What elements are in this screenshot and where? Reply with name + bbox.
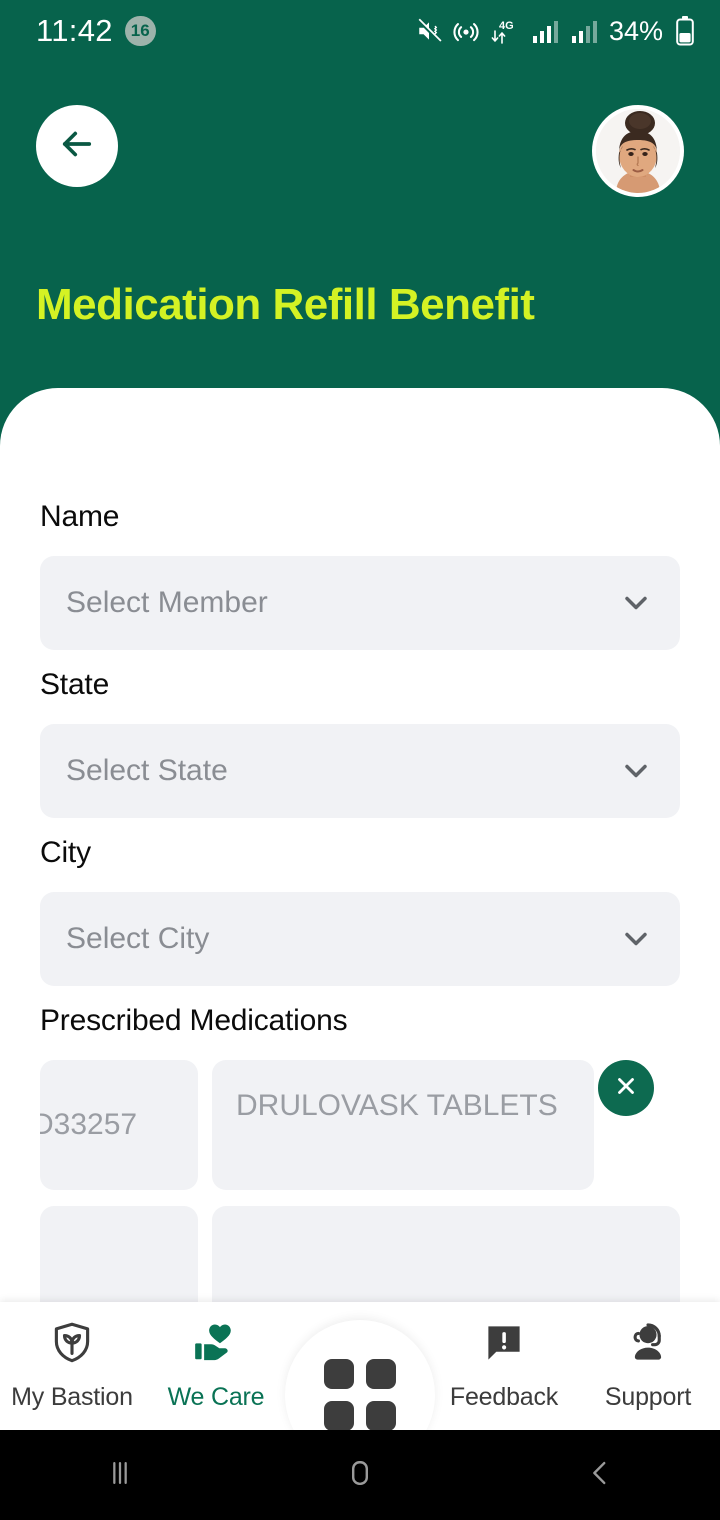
name-label: Name [40,500,120,533]
mute-vibrate-icon [416,18,442,44]
medications-label: Prescribed Medications [40,1004,348,1037]
nav-label-feedback: Feedback [449,1383,559,1411]
city-select-placeholder: Select City [66,922,210,955]
hand-heart-icon [191,1318,241,1373]
city-label: City [40,836,91,869]
home-icon [343,1456,377,1495]
signal-bars-sim2-icon [570,18,598,44]
remove-medication-button[interactable] [598,1060,654,1116]
speech-bubble-alert-icon [479,1318,529,1373]
chevron-down-icon [618,921,654,957]
back-button-system[interactable] [540,1456,660,1495]
status-bar-left: 11:42 16 [36,13,156,49]
chevron-down-icon [618,585,654,621]
city-select[interactable]: Select City [40,892,680,986]
4g-data-icon: 4G [490,17,520,45]
shield-sprout-icon [47,1318,97,1373]
nav-item-we-care[interactable]: We Care [144,1302,288,1412]
state-select-placeholder: Select State [66,754,228,787]
medication-code-field[interactable]: D33257 [40,1060,198,1190]
grid-apps-icon [324,1359,396,1431]
name-select[interactable]: Select Member [40,556,680,650]
field-group-state: State Select State [0,668,720,818]
nav-label-support: Support [604,1383,692,1411]
system-navigation-bar [0,1430,720,1520]
battery-icon [676,16,694,46]
close-icon [613,1073,639,1104]
avatar[interactable] [592,105,684,197]
avatar-photo [596,109,680,193]
refill-form: Name Select Member State Select State Ci… [0,500,720,1352]
state-label: State [40,668,110,701]
nav-item-feedback[interactable]: Feedback [432,1302,576,1412]
notification-count-badge: 16 [124,16,156,46]
recents-icon [103,1456,137,1495]
nav-label-we-care: We Care [167,1383,265,1411]
state-select[interactable]: Select State [40,724,680,818]
hotspot-icon [453,18,479,44]
back-button[interactable] [36,105,118,187]
name-select-placeholder: Select Member [66,586,268,619]
signal-bars-sim1-icon [531,18,559,44]
headset-person-icon [623,1318,673,1373]
app-screen: 11:42 16 4G 34% Medication Refill Benefi… [0,0,720,1520]
svg-text:4G: 4G [499,20,514,32]
field-group-medications: Prescribed Medications D33257 DRULOVASK … [0,1004,720,1336]
home-button[interactable] [300,1456,420,1495]
status-clock: 11:42 [36,13,113,48]
app-header: Medication Refill Benefit [0,62,720,392]
chevron-down-icon [618,753,654,789]
nav-item-support[interactable]: Support [576,1302,720,1412]
field-group-name: Name Select Member [0,500,720,650]
nav-label-my-bastion: My Bastion [11,1383,133,1411]
medication-row: D33257 DRULOVASK TABLETS [40,1060,680,1190]
battery-percentage: 34% [608,15,663,46]
recents-button[interactable] [60,1456,180,1495]
status-bar: 11:42 16 4G 34% [0,0,720,62]
page-title: Medication Refill Benefit [36,280,535,329]
back-icon [583,1456,617,1495]
status-bar-right: 4G 34% [416,16,694,47]
back-arrow-icon [56,123,98,170]
field-group-city: City Select City [0,836,720,986]
medication-code-value: D33257 [40,1108,138,1141]
nav-item-my-bastion[interactable]: My Bastion [0,1302,144,1412]
medication-name-field[interactable]: DRULOVASK TABLETS [212,1060,594,1190]
